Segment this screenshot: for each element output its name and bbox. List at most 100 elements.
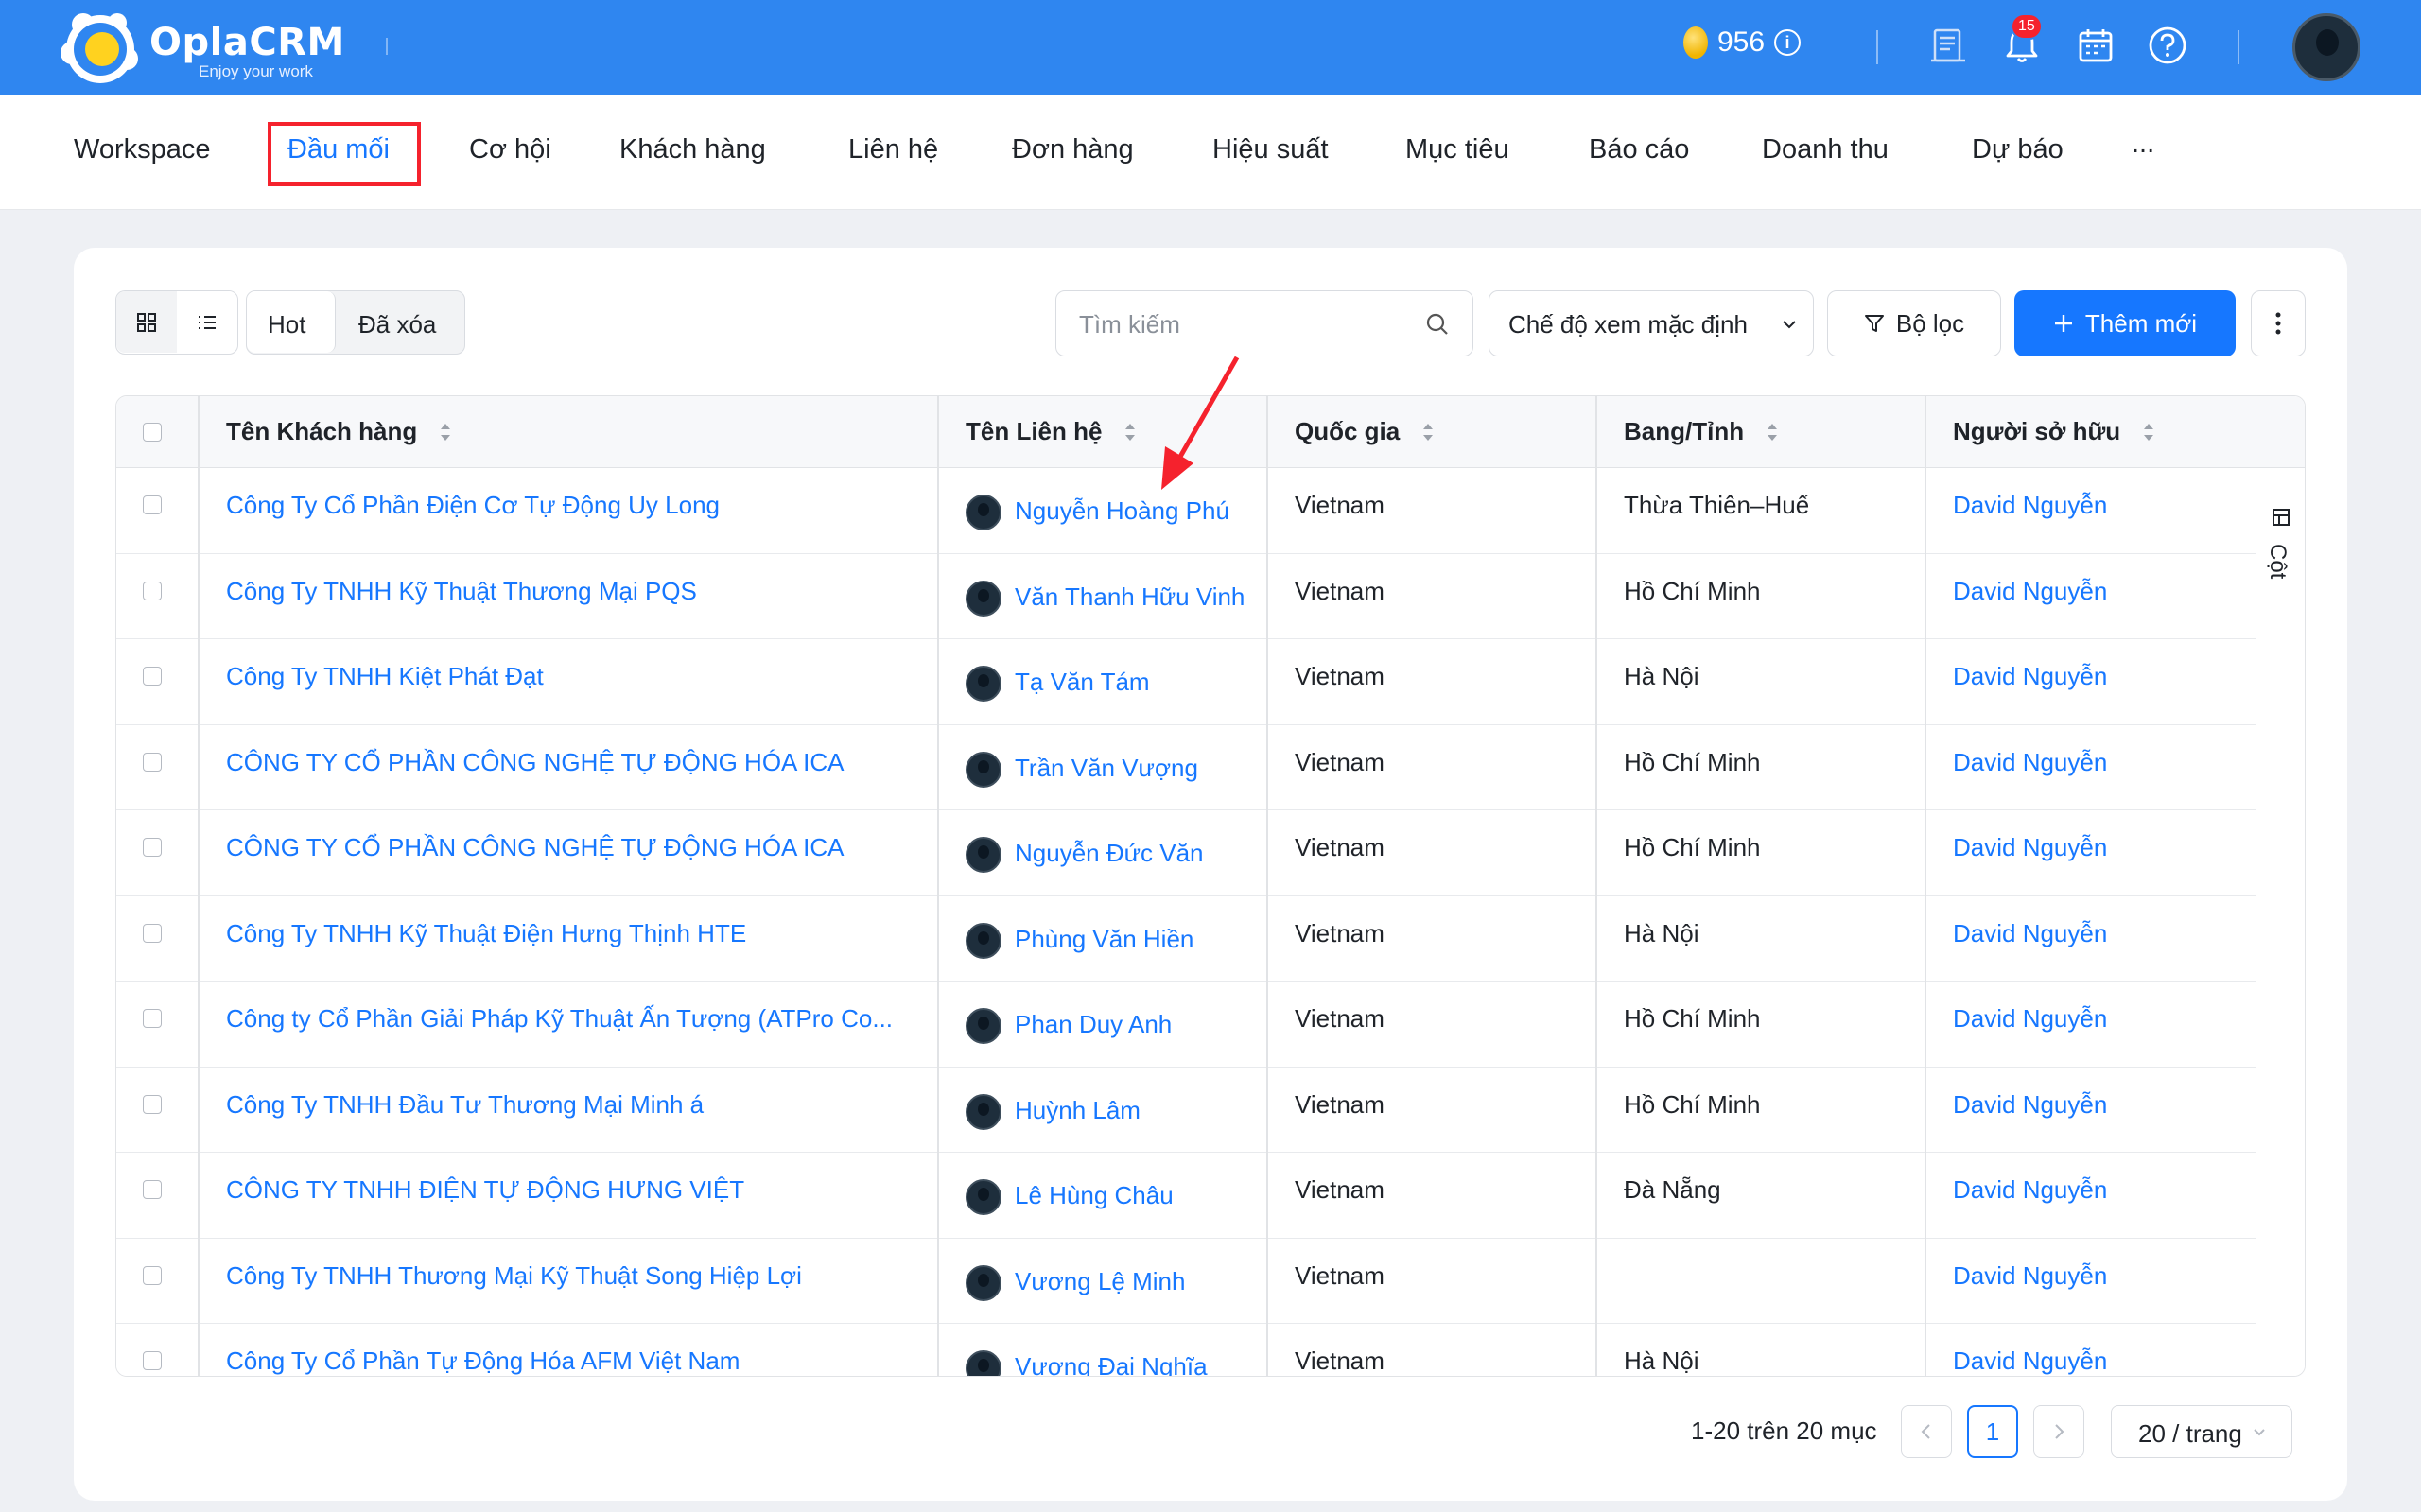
nav-workspace[interactable]: Workspace [74, 134, 211, 165]
contact-name-link[interactable]: Vương Lệ Minh [1015, 1267, 1185, 1296]
table-row[interactable]: Công ty Cổ Phần Giải Pháp Kỹ Thuật Ấn Tư… [116, 982, 2256, 1068]
nav-more[interactable]: ... [2132, 129, 2154, 160]
row-checkbox[interactable] [143, 1009, 162, 1028]
owner-link[interactable]: David Nguyễn [1953, 577, 2107, 606]
table-row[interactable]: Công Ty TNHH Kỹ Thuật Điện Hưng Thịnh HT… [116, 895, 2256, 982]
next-page-button[interactable] [2033, 1405, 2084, 1458]
tab-deleted[interactable]: Đã xóa [358, 310, 436, 339]
col-owner[interactable]: Người sở hữu [1953, 417, 2154, 446]
contact-name-link[interactable]: Tạ Văn Tám [1015, 668, 1150, 697]
owner-link[interactable]: David Nguyễn [1953, 1175, 2107, 1205]
table-row[interactable]: CÔNG TY CỔ PHẦN CÔNG NGHỆ TỰ ĐỘNG HÓA IC… [116, 724, 2256, 810]
row-checkbox[interactable] [143, 667, 162, 686]
calendar-icon[interactable] [2075, 25, 2116, 66]
customer-name-link[interactable]: Công Ty TNHH Kỹ Thuật Thương Mại PQS [226, 577, 697, 606]
tab-hot[interactable]: Hot [268, 310, 305, 339]
nav-forecast[interactable]: Dự báo [1972, 134, 2064, 165]
owner-link[interactable]: David Nguyễn [1953, 833, 2107, 862]
row-checkbox[interactable] [143, 1351, 162, 1370]
row-checkbox[interactable] [143, 1180, 162, 1199]
more-options-button[interactable] [2251, 290, 2306, 356]
page-button-current[interactable]: 1 [1967, 1405, 2018, 1458]
nav-customers[interactable]: Khách hàng [619, 134, 766, 165]
row-checkbox[interactable] [143, 495, 162, 514]
nav-contacts[interactable]: Liên hệ [848, 134, 938, 165]
owner-link[interactable]: David Nguyễn [1953, 748, 2107, 777]
owner-link[interactable]: David Nguyễn [1953, 491, 2107, 520]
page-size-select[interactable]: 20 / trang [2111, 1405, 2292, 1458]
contact-name-link[interactable]: Phan Duy Anh [1015, 1010, 1172, 1039]
table-row[interactable]: CÔNG TY CỔ PHẦN CÔNG NGHỆ TỰ ĐỘNG HÓA IC… [116, 810, 2256, 896]
owner-link[interactable]: David Nguyễn [1953, 1347, 2107, 1376]
contact-name-link[interactable]: Vương Đại Nghĩa [1015, 1352, 1208, 1376]
owner-link[interactable]: David Nguyễn [1953, 1090, 2107, 1120]
owner-link[interactable]: David Nguyễn [1953, 1004, 2107, 1034]
user-avatar[interactable] [2292, 13, 2360, 81]
customer-name-link[interactable]: Công ty Cổ Phần Giải Pháp Kỹ Thuật Ấn Tư… [226, 1004, 893, 1034]
table-row[interactable]: CÔNG TY TNHH ĐIỆN TỰ ĐỘNG HƯNG VIỆT Lê Hù… [116, 1153, 2256, 1239]
customer-name-link[interactable]: Công Ty TNHH Kiệt Phát Đạt [226, 662, 544, 691]
table-row[interactable]: Công Ty TNHH Đầu Tư Thương Mại Minh á Huỳ… [116, 1067, 2256, 1153]
col-contact-name[interactable]: Tên Liên hệ [966, 417, 1136, 446]
table-row[interactable]: Công Ty Cổ Phần Tự Động Hóa AFM Việt Nam… [116, 1324, 2256, 1376]
prev-page-button[interactable] [1901, 1405, 1952, 1458]
list-view-button[interactable] [177, 291, 237, 353]
owner-link[interactable]: David Nguyễn [1953, 1261, 2107, 1291]
report-icon[interactable] [1927, 25, 1969, 66]
search-input[interactable]: Tìm kiếm [1055, 290, 1473, 356]
nav-reports[interactable]: Báo cáo [1589, 134, 1689, 165]
col-customer-name[interactable]: Tên Khách hàng [226, 417, 451, 446]
col-state[interactable]: Bang/Tỉnh [1624, 417, 1778, 446]
select-all-checkbox[interactable] [143, 423, 162, 442]
customer-name-link[interactable]: Công Ty TNHH Kỹ Thuật Điện Hưng Thịnh HT… [226, 919, 746, 948]
table-row[interactable]: Công Ty TNHH Thương Mại Kỹ Thuật Song Hi… [116, 1238, 2256, 1324]
sort-icon[interactable] [2143, 423, 2154, 441]
col-country[interactable]: Quốc gia [1295, 417, 1434, 446]
row-checkbox[interactable] [143, 1094, 162, 1114]
nav-goals[interactable]: Mục tiêu [1405, 134, 1509, 165]
oplacrm-logo-icon[interactable] [57, 6, 142, 91]
sort-icon[interactable] [1767, 423, 1778, 441]
row-checkbox[interactable] [143, 752, 162, 772]
nav-revenue[interactable]: Doanh thu [1762, 134, 1889, 165]
add-new-button[interactable]: Thêm mới [2014, 290, 2236, 356]
table-row[interactable]: Công Ty Cổ Phần Điện Cơ Tự Động Uy Long N… [116, 468, 2256, 554]
row-checkbox[interactable] [143, 581, 162, 600]
contact-name-link[interactable]: Văn Thanh Hữu Vinh [1015, 582, 1245, 612]
country-cell: Vietnam [1295, 1347, 1385, 1375]
grid-view-button[interactable] [116, 291, 177, 353]
table-row[interactable]: Công Ty TNHH Kỹ Thuật Thương Mại PQS Văn … [116, 553, 2256, 639]
sort-icon[interactable] [1124, 423, 1136, 441]
chevron-right-icon [2055, 1424, 2064, 1439]
info-icon[interactable]: i [1774, 29, 1802, 56]
contact-name-link[interactable]: Huỳnh Lâm [1015, 1096, 1141, 1125]
column-settings-button[interactable]: Cột [2256, 468, 2305, 704]
nav-performance[interactable]: Hiệu suất [1212, 134, 1329, 165]
nav-orders[interactable]: Đơn hàng [1012, 134, 1134, 165]
customer-name-link[interactable]: CÔNG TY CỔ PHẦN CÔNG NGHỆ TỰ ĐỘNG HÓA IC… [226, 833, 845, 862]
contact-name-link[interactable]: Phùng Văn Hiền [1015, 925, 1193, 954]
customer-name-link[interactable]: Công Ty Cổ Phần Điện Cơ Tự Động Uy Long [226, 491, 720, 520]
contact-name-link[interactable]: Lê Hùng Châu [1015, 1181, 1174, 1210]
owner-link[interactable]: David Nguyễn [1953, 662, 2107, 691]
sort-icon[interactable] [440, 423, 451, 441]
customer-name-link[interactable]: Công Ty TNHH Thương Mại Kỹ Thuật Song Hi… [226, 1261, 802, 1291]
row-checkbox[interactable] [143, 838, 162, 857]
customer-name-link[interactable]: CÔNG TY CỔ PHẦN CÔNG NGHỆ TỰ ĐỘNG HÓA IC… [226, 748, 845, 777]
table-row[interactable]: Công Ty TNHH Kiệt Phát Đạt Tạ Văn Tám Viet… [116, 639, 2256, 725]
customer-name-link[interactable]: Công Ty Cổ Phần Tự Động Hóa AFM Việt Nam [226, 1347, 740, 1376]
row-checkbox[interactable] [143, 923, 162, 943]
filter-button[interactable]: Bộ lọc [1827, 290, 2001, 356]
contact-name-link[interactable]: Nguyễn Đức Văn [1015, 839, 1204, 868]
customer-name-link[interactable]: CÔNG TY TNHH ĐIỆN TỰ ĐỘNG HƯNG VIỆT [226, 1175, 744, 1205]
row-checkbox[interactable] [143, 1265, 162, 1285]
sort-icon[interactable] [1422, 423, 1434, 441]
view-mode-select[interactable]: Chế độ xem mặc định [1489, 290, 1814, 356]
owner-link[interactable]: David Nguyễn [1953, 919, 2107, 948]
coin-balance[interactable]: 956 i [1683, 26, 1802, 59]
help-icon[interactable] [2147, 25, 2188, 66]
contact-name-link[interactable]: Nguyễn Hoàng Phú [1015, 496, 1229, 526]
customer-name-link[interactable]: Công Ty TNHH Đầu Tư Thương Mại Minh á [226, 1090, 704, 1120]
nav-opportunities[interactable]: Cơ hội [469, 134, 551, 165]
contact-name-link[interactable]: Trần Văn Vượng [1015, 754, 1198, 783]
